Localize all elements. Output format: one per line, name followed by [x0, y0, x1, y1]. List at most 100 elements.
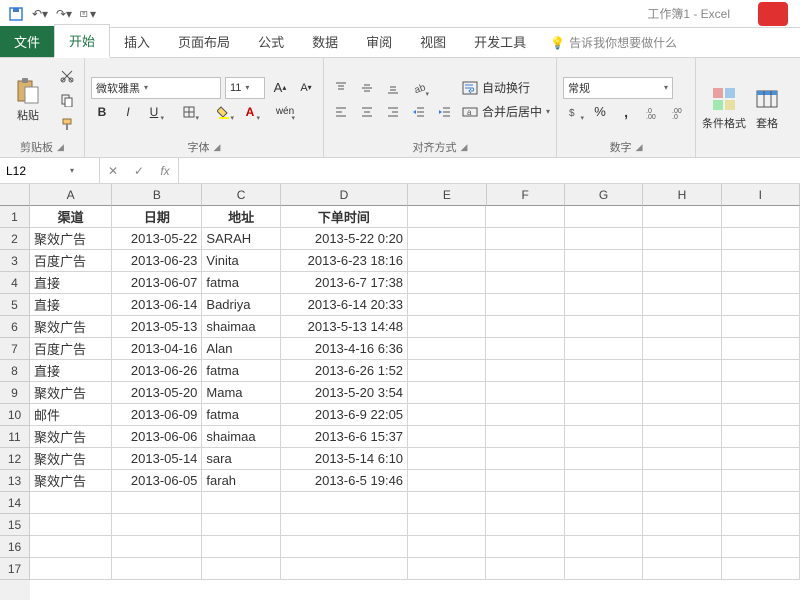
cell-D15[interactable] [281, 514, 408, 536]
increase-decimal-button[interactable]: .0.00 [641, 101, 663, 123]
row-header-17[interactable]: 17 [0, 558, 30, 580]
cell-G4[interactable] [565, 272, 643, 294]
cell-G6[interactable] [565, 316, 643, 338]
cell-C4[interactable]: fatma [202, 272, 280, 294]
cell-I12[interactable] [722, 448, 800, 470]
row-header-15[interactable]: 15 [0, 514, 30, 536]
cell-D12[interactable]: 2013-5-14 6:10 [281, 448, 408, 470]
cell-G3[interactable] [565, 250, 643, 272]
cell-H2[interactable] [643, 228, 721, 250]
cell-A15[interactable] [30, 514, 112, 536]
cell-E9[interactable] [408, 382, 486, 404]
cell-F16[interactable] [486, 536, 564, 558]
number-dialog-icon[interactable]: ◢ [636, 142, 643, 153]
cell-A8[interactable]: 直接 [30, 360, 112, 382]
cell-E15[interactable] [408, 514, 486, 536]
row-header-12[interactable]: 12 [0, 448, 30, 470]
cell-G10[interactable] [565, 404, 643, 426]
undo-icon[interactable]: ↶▾ [32, 6, 48, 22]
col-header-A[interactable]: A [30, 184, 112, 206]
cell-H7[interactable] [643, 338, 721, 360]
cell-H14[interactable] [643, 492, 721, 514]
cell-G9[interactable] [565, 382, 643, 404]
cell-H10[interactable] [643, 404, 721, 426]
col-header-E[interactable]: E [408, 184, 486, 206]
clipboard-dialog-icon[interactable]: ◢ [57, 142, 64, 153]
accounting-format-button[interactable]: $ [563, 101, 585, 123]
cell-I1[interactable] [722, 206, 800, 228]
increase-font-button[interactable]: A▴ [269, 77, 291, 99]
cell-I16[interactable] [722, 536, 800, 558]
cell-B1[interactable]: 日期 [112, 206, 202, 228]
cell-F15[interactable] [486, 514, 564, 536]
align-bottom-button[interactable] [382, 77, 404, 99]
phonetic-button[interactable]: wén [274, 101, 296, 123]
fx-button[interactable]: fx [152, 164, 178, 178]
cell-H3[interactable] [643, 250, 721, 272]
cell-I8[interactable] [722, 360, 800, 382]
cell-E4[interactable] [408, 272, 486, 294]
cell-I14[interactable] [722, 492, 800, 514]
wrap-text-button[interactable]: 自动换行 [462, 77, 550, 99]
cell-C7[interactable]: Alan [202, 338, 280, 360]
col-header-G[interactable]: G [565, 184, 643, 206]
row-header-2[interactable]: 2 [0, 228, 30, 250]
col-header-F[interactable]: F [487, 184, 565, 206]
cell-F1[interactable] [486, 206, 564, 228]
font-size-dropdown[interactable]: 11▾ [225, 77, 265, 99]
tab-data[interactable]: 数据 [298, 26, 352, 57]
tab-review[interactable]: 审阅 [352, 26, 406, 57]
col-header-D[interactable]: D [281, 184, 408, 206]
cell-H11[interactable] [643, 426, 721, 448]
font-dialog-icon[interactable]: ◢ [214, 142, 221, 153]
tab-view[interactable]: 视图 [406, 26, 460, 57]
cell-E3[interactable] [408, 250, 486, 272]
font-name-dropdown[interactable]: 微软雅黑▾ [91, 77, 221, 99]
name-box[interactable]: ▾ [0, 158, 100, 183]
row-header-3[interactable]: 3 [0, 250, 30, 272]
col-header-B[interactable]: B [112, 184, 202, 206]
cell-C10[interactable]: fatma [202, 404, 280, 426]
cell-G12[interactable] [565, 448, 643, 470]
cell-B7[interactable]: 2013-04-16 [112, 338, 202, 360]
cell-D6[interactable]: 2013-5-13 14:48 [281, 316, 408, 338]
cell-F12[interactable] [486, 448, 564, 470]
row-header-8[interactable]: 8 [0, 360, 30, 382]
cell-F10[interactable] [486, 404, 564, 426]
cell-H13[interactable] [643, 470, 721, 492]
border-button[interactable] [178, 101, 200, 123]
cell-I11[interactable] [722, 426, 800, 448]
cell-D16[interactable] [281, 536, 408, 558]
cell-D1[interactable]: 下单时间 [281, 206, 408, 228]
cell-B2[interactable]: 2013-05-22 [112, 228, 202, 250]
cell-E10[interactable] [408, 404, 486, 426]
row-header-13[interactable]: 13 [0, 470, 30, 492]
align-right-button[interactable] [382, 101, 404, 123]
row-header-4[interactable]: 4 [0, 272, 30, 294]
col-header-I[interactable]: I [722, 184, 800, 206]
cell-A10[interactable]: 邮件 [30, 404, 112, 426]
cell-G15[interactable] [565, 514, 643, 536]
cell-D14[interactable] [281, 492, 408, 514]
cell-A6[interactable]: 聚效广告 [30, 316, 112, 338]
cell-A3[interactable]: 百度广告 [30, 250, 112, 272]
cell-F17[interactable] [486, 558, 564, 580]
cell-E5[interactable] [408, 294, 486, 316]
cell-D4[interactable]: 2013-6-7 17:38 [281, 272, 408, 294]
decrease-indent-button[interactable] [408, 101, 430, 123]
underline-button[interactable]: U [143, 101, 165, 123]
cell-E14[interactable] [408, 492, 486, 514]
cell-G14[interactable] [565, 492, 643, 514]
tab-formulas[interactable]: 公式 [244, 26, 298, 57]
cell-B14[interactable] [112, 492, 202, 514]
decrease-decimal-button[interactable]: .00.0 [667, 101, 689, 123]
align-top-button[interactable] [330, 77, 352, 99]
increase-indent-button[interactable] [434, 101, 456, 123]
cell-H9[interactable] [643, 382, 721, 404]
format-painter-button[interactable] [56, 113, 78, 135]
cell-H1[interactable] [643, 206, 721, 228]
cell-D3[interactable]: 2013-6-23 18:16 [281, 250, 408, 272]
row-header-16[interactable]: 16 [0, 536, 30, 558]
touch-mode-icon[interactable]: ▾ [80, 6, 96, 22]
select-all-corner[interactable] [0, 184, 30, 206]
